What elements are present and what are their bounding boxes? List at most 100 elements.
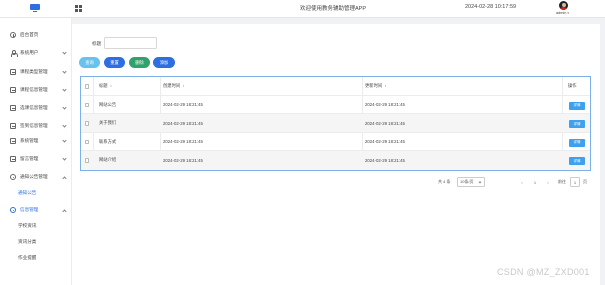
column-header-title[interactable]: 标题 ⇕ xyxy=(99,77,112,96)
cell-title: 联系方式 xyxy=(99,138,117,144)
box-icon xyxy=(10,156,16,162)
content-panel: 标题 查询 重置 删除 添加 标题 ⇕ 创建时间 ⇕ 更新时间 ⇕ 操作 网站公告 2… xyxy=(72,24,600,285)
add-button[interactable]: 添加 xyxy=(153,57,175,68)
box-icon xyxy=(10,87,16,93)
row-checkbox[interactable] xyxy=(84,121,89,126)
sidebar-item-label: 签到信息管理 xyxy=(20,123,48,128)
sort-icon: ⇕ xyxy=(182,84,185,89)
goto-page-input[interactable]: 1 xyxy=(570,177,580,187)
sidebar-item-label: 通知公告管理 xyxy=(20,174,48,179)
circle-icon xyxy=(10,174,16,180)
detail-button[interactable]: 详情 xyxy=(569,138,585,147)
sidebar-item-label: 后台首页 xyxy=(20,32,39,37)
sidebar-item-notice[interactable]: 通知公告管理 xyxy=(0,169,72,185)
sort-icon: ⇕ xyxy=(384,84,387,89)
page-number-1[interactable]: 1 xyxy=(531,177,539,187)
detail-button[interactable]: 详情 xyxy=(569,101,585,110)
chevron-down-icon xyxy=(478,180,482,184)
sidebar-item-info-management[interactable]: 信息管理 xyxy=(0,202,72,218)
notice-table: 标题 ⇕ 创建时间 ⇕ 更新时间 ⇕ 操作 网站公告 2024-02-29 18:21… xyxy=(80,76,591,171)
column-header-created[interactable]: 创建时间 ⇕ xyxy=(163,77,185,96)
watermark: CSDN @MZ_ZXD001 xyxy=(497,267,590,277)
page-unit-label: 页 xyxy=(583,179,587,184)
pagination-total: 共 4 条 xyxy=(438,179,451,184)
cell-created: 2024-02-29 18:21:45 xyxy=(163,139,203,145)
cell-created: 2024-02-29 18:21:45 xyxy=(163,120,203,126)
cell-title: 关于我们 xyxy=(99,120,117,126)
table-row: 关于我们 2024-02-29 18:21:45 2024-02-29 18:2… xyxy=(81,114,590,133)
title-search-label: 标题 xyxy=(92,41,102,46)
box-icon xyxy=(10,105,16,111)
page-size-value: 10条/页 xyxy=(460,179,474,184)
sidebar-item-course-selection[interactable]: 选课信息管理 xyxy=(0,100,72,116)
box-icon xyxy=(10,123,16,129)
delete-button[interactable]: 删除 xyxy=(129,57,150,68)
sidebar-item-label: 信息管理 xyxy=(20,207,39,212)
table-header: 标题 ⇕ 创建时间 ⇕ 更新时间 ⇕ 操作 xyxy=(81,77,590,96)
select-all-checkbox[interactable] xyxy=(84,84,89,89)
current-datetime: 2024-02-28 10:17:59 xyxy=(465,4,517,10)
cell-updated: 2024-02-29 18:21:45 xyxy=(365,157,405,163)
table-row: 联系方式 2024-02-29 18:21:45 2024-02-29 18:2… xyxy=(81,133,590,151)
cell-created: 2024-02-29 18:21:45 xyxy=(163,102,203,108)
reset-button[interactable]: 重置 xyxy=(104,57,125,68)
app-title: 欢迎使用教务辅助管理APP xyxy=(300,6,367,12)
sort-icon: ⇕ xyxy=(109,84,113,89)
monitor-logo-icon xyxy=(30,4,40,12)
prev-page-button[interactable]: < xyxy=(518,177,526,187)
search-button[interactable]: 查询 xyxy=(79,57,100,68)
cell-created: 2024-02-29 18:21:45 xyxy=(163,157,203,163)
row-checkbox[interactable] xyxy=(84,139,89,144)
cell-updated: 2024-02-29 18:21:45 xyxy=(365,139,405,145)
sidebar-subitem-school-news[interactable]: 学校资讯 xyxy=(0,218,72,234)
cell-title: 网站介绍 xyxy=(99,157,117,163)
sidebar-item-messages[interactable]: 留言管理 xyxy=(0,151,72,167)
table-row: 网站公告 2024-02-29 18:21:45 2024-02-29 18:2… xyxy=(81,96,590,114)
sidebar-subitem-news-category[interactable]: 资讯分类 xyxy=(0,234,72,250)
sidebar-item-course-types[interactable]: 课程类型管理 xyxy=(0,64,72,80)
chevron-down-icon xyxy=(62,123,67,128)
goto-label: 前往 xyxy=(558,179,566,184)
sidebar-item-system-management[interactable]: 系统管理 xyxy=(0,133,72,149)
box-icon xyxy=(10,69,16,75)
chevron-down-icon xyxy=(62,50,67,55)
sidebar-item-label: 课程信息管理 xyxy=(20,87,48,92)
sidebar-item-system-users[interactable]: 系统用户 xyxy=(0,45,72,61)
cell-updated: 2024-02-29 18:21:45 xyxy=(365,120,405,126)
cell-title: 网站公告 xyxy=(99,101,117,107)
chevron-down-icon xyxy=(62,69,67,74)
sidebar: 后台首页 系统用户 课程类型管理 课程信息管理 选课信息管理 签到信息管理 系统… xyxy=(0,18,72,285)
sidebar-item-label: 课程类型管理 xyxy=(20,69,48,74)
caret-down-icon: ▾ xyxy=(567,11,569,15)
box-icon xyxy=(10,138,16,144)
sidebar-item-label: 系统用户 xyxy=(20,50,39,55)
grid-menu-icon[interactable] xyxy=(75,5,82,12)
column-header-updated[interactable]: 更新时间 ⇕ xyxy=(365,77,387,96)
sidebar-item-home[interactable]: 后台首页 xyxy=(0,27,72,43)
sidebar-subitem-homework-reminder[interactable]: 作业提醒 xyxy=(0,250,72,266)
page-size-select[interactable]: 10条/页 xyxy=(457,177,485,187)
chevron-up-icon xyxy=(62,208,67,214)
user-icon xyxy=(10,50,18,57)
chevron-down-icon xyxy=(62,87,67,92)
detail-button[interactable]: 详情 xyxy=(569,157,585,165)
user-menu[interactable]: admin ▾ xyxy=(556,11,569,15)
row-checkbox[interactable] xyxy=(84,102,89,107)
sidebar-subitem-notice[interactable]: 通知公告 xyxy=(0,185,72,201)
chevron-up-icon xyxy=(62,175,67,181)
column-header-actions: 操作 xyxy=(568,83,577,89)
sidebar-item-label: 留言管理 xyxy=(20,156,39,161)
detail-button[interactable]: 详情 xyxy=(569,120,585,128)
sidebar-item-label: 系统管理 xyxy=(20,138,39,143)
row-checkbox[interactable] xyxy=(84,158,89,163)
sidebar-item-course-info[interactable]: 课程信息管理 xyxy=(0,82,72,98)
clock-icon xyxy=(10,32,16,38)
chevron-down-icon xyxy=(62,138,67,143)
next-page-button[interactable]: > xyxy=(544,177,552,187)
chevron-down-icon xyxy=(62,156,67,161)
username: admin xyxy=(556,11,567,15)
sidebar-item-check-in[interactable]: 签到信息管理 xyxy=(0,118,72,134)
table-row: 网站介绍 2024-02-29 18:21:45 2024-02-29 18:2… xyxy=(81,151,590,170)
user-avatar[interactable] xyxy=(559,1,568,10)
title-search-input[interactable] xyxy=(104,37,157,49)
